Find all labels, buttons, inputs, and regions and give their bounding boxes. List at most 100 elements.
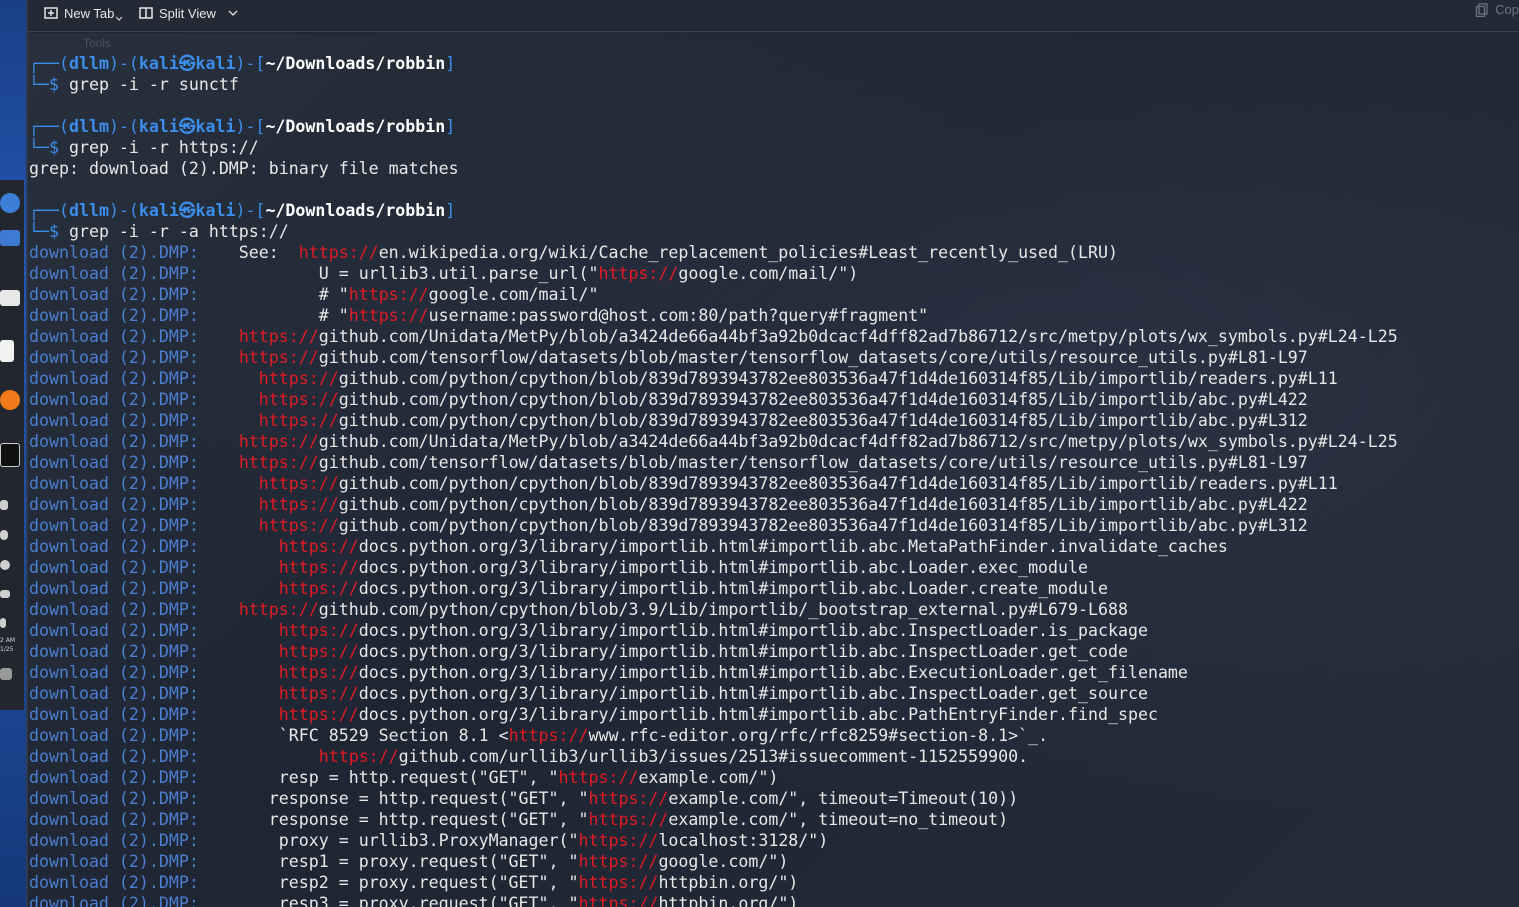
firefox-icon[interactable]: [0, 390, 20, 410]
match-indent: See:: [198, 243, 299, 262]
match-indent: [199, 705, 279, 724]
match-highlight: https://: [258, 390, 339, 409]
match-highlight: https://: [588, 810, 669, 829]
desktop-icon[interactable]: [0, 230, 20, 246]
match-file-prefix: download (2).DMP:: [29, 852, 199, 871]
match-line: download (2).DMP: `RFC 8529 Section 8.1 …: [29, 725, 1048, 746]
match-line: download (2).DMP: https://github.com/pyt…: [29, 389, 1308, 410]
match-highlight: https://: [278, 642, 359, 661]
match-text-before: # ": [318, 306, 349, 325]
match-text-after: example.com/"): [638, 768, 779, 787]
match-text-after: docs.python.org/3/library/importlib.html…: [358, 663, 1188, 682]
match-file-prefix: download (2).DMP:: [29, 831, 199, 850]
match-text-after: github.com/tensorflow/datasets/blob/mast…: [318, 453, 1308, 472]
clock: 2 AM 1/25: [0, 637, 16, 653]
match-indent: [199, 600, 239, 619]
tray-icon-2[interactable]: [0, 530, 8, 540]
terminal-output[interactable]: Tools ┌──(dllm)-(kali㉿kali)-[~/Downloads…: [28, 33, 1519, 907]
match-line: download (2).DMP: https://github.com/pyt…: [29, 494, 1308, 515]
match-indent: [199, 621, 279, 640]
match-text-after: google.com/"): [658, 852, 789, 871]
match-file-prefix: download (2).DMP:: [29, 621, 199, 640]
binary-match-output: grep: download (2).DMP: binary file matc…: [29, 159, 459, 178]
match-line: download (2).DMP: https://docs.python.or…: [29, 620, 1148, 641]
match-text-after: example.com/", timeout=Timeout(10)): [668, 789, 1019, 808]
match-file-prefix: download (2).DMP:: [29, 243, 199, 262]
play-icon[interactable]: [0, 618, 6, 628]
file-manager-icon[interactable]: [0, 290, 20, 306]
new-tab-icon: [44, 7, 58, 19]
match-indent: [199, 348, 239, 367]
match-highlight: https://: [258, 516, 339, 535]
chevron-down-icon: [228, 10, 238, 16]
match-text-before: # ": [318, 285, 349, 304]
prompt-header: ┌──(dllm)-(kali㉿kali)-[~/Downloads/robbi…: [29, 201, 456, 220]
match-line: download (2).DMP: https://github.com/pyt…: [29, 515, 1308, 536]
match-indent: [199, 810, 269, 829]
match-indent: [199, 516, 259, 535]
match-line: download (2).DMP: U = urllib3.util.parse…: [29, 263, 858, 284]
match-line: download (2).DMP: https://docs.python.or…: [29, 683, 1148, 704]
match-indent: [199, 537, 279, 556]
command-line: └─$ grep -i -r sunctf: [29, 75, 239, 94]
match-file-prefix: download (2).DMP:: [29, 264, 199, 283]
match-line: download (2).DMP: https://github.com/pyt…: [29, 473, 1338, 494]
match-line: download (2).DMP: https://github.com/url…: [29, 746, 1028, 767]
match-text-before: response = http.request("GET", ": [268, 810, 589, 829]
new-tab-button[interactable]: New Tab: [44, 2, 123, 24]
match-file-prefix: download (2).DMP:: [29, 705, 199, 724]
match-highlight: https://: [348, 306, 429, 325]
match-line: download (2).DMP: https://github.com/Uni…: [29, 326, 1398, 347]
copy-button[interactable]: Cop: [1475, 2, 1519, 17]
match-text-after: github.com/Unidata/MetPy/blob/a3424de66a…: [318, 432, 1398, 451]
command-line: └─$ grep -i -r https://: [29, 138, 259, 157]
match-highlight: https://: [578, 852, 659, 871]
match-line: download (2).DMP: https://docs.python.or…: [29, 536, 1228, 557]
kali-menu-icon[interactable]: [0, 193, 20, 213]
match-highlight: https://: [588, 789, 669, 808]
match-file-prefix: download (2).DMP:: [29, 369, 199, 388]
match-indent: [199, 873, 279, 892]
match-indent: [199, 663, 279, 682]
match-line: download (2).DMP: resp = http.request("G…: [29, 767, 778, 788]
copy-icon: [1475, 2, 1488, 17]
match-file-prefix: download (2).DMP:: [29, 768, 199, 787]
match-indent: [199, 390, 259, 409]
match-text-after: httpbin.org/"): [658, 894, 799, 907]
match-indent: [199, 453, 239, 472]
tray-icon-1[interactable]: [0, 500, 8, 510]
match-line: download (2).DMP: https://github.com/pyt…: [29, 599, 1128, 620]
match-text-after: github.com/python/cpython/blob/839d78939…: [338, 390, 1308, 409]
match-text-before: proxy = urllib3.ProxyManager(": [278, 831, 579, 850]
copy-label: Cop: [1495, 2, 1519, 17]
match-highlight: https://: [278, 621, 359, 640]
match-text-before: response = http.request("GET", ": [268, 789, 589, 808]
tray-icon-4[interactable]: [0, 668, 12, 680]
match-highlight: https://: [578, 894, 659, 907]
match-text-after: github.com/python/cpython/blob/839d78939…: [338, 474, 1338, 493]
match-text-after: github.com/tensorflow/datasets/blob/mast…: [318, 348, 1308, 367]
match-file-prefix: download (2).DMP:: [29, 432, 199, 451]
terminal-icon[interactable]: [0, 443, 20, 467]
match-indent: [199, 432, 239, 451]
match-file-prefix: download (2).DMP:: [29, 306, 199, 325]
split-view-icon: [139, 7, 153, 19]
prompt-header: ┌──(dllm)-(kali㉿kali)-[~/Downloads/robbi…: [29, 117, 456, 136]
settings-icon[interactable]: [0, 560, 10, 570]
match-text-after: www.rfc-editor.org/rfc/rfc8259#section-8…: [588, 726, 1049, 745]
match-highlight: https://: [278, 684, 359, 703]
match-file-prefix: download (2).DMP:: [29, 558, 199, 577]
chevron-down-icon: [116, 16, 123, 21]
match-file-prefix: download (2).DMP:: [29, 873, 199, 892]
tray-icon-3[interactable]: [0, 590, 10, 598]
match-file-prefix: download (2).DMP:: [29, 600, 199, 619]
match-indent: [199, 726, 279, 745]
match-line: download (2).DMP: https://docs.python.or…: [29, 557, 1088, 578]
text-editor-icon[interactable]: [0, 340, 14, 362]
match-text-after: example.com/", timeout=no_timeout): [668, 810, 1009, 829]
match-line: download (2).DMP: https://docs.python.or…: [29, 578, 1108, 599]
match-text-after: localhost:3128/"): [658, 831, 829, 850]
match-text-after: github.com/urllib3/urllib3/issues/2513#i…: [398, 747, 1029, 766]
match-line: download (2).DMP: https://github.com/ten…: [29, 452, 1308, 473]
split-view-button[interactable]: Split View: [139, 2, 238, 24]
